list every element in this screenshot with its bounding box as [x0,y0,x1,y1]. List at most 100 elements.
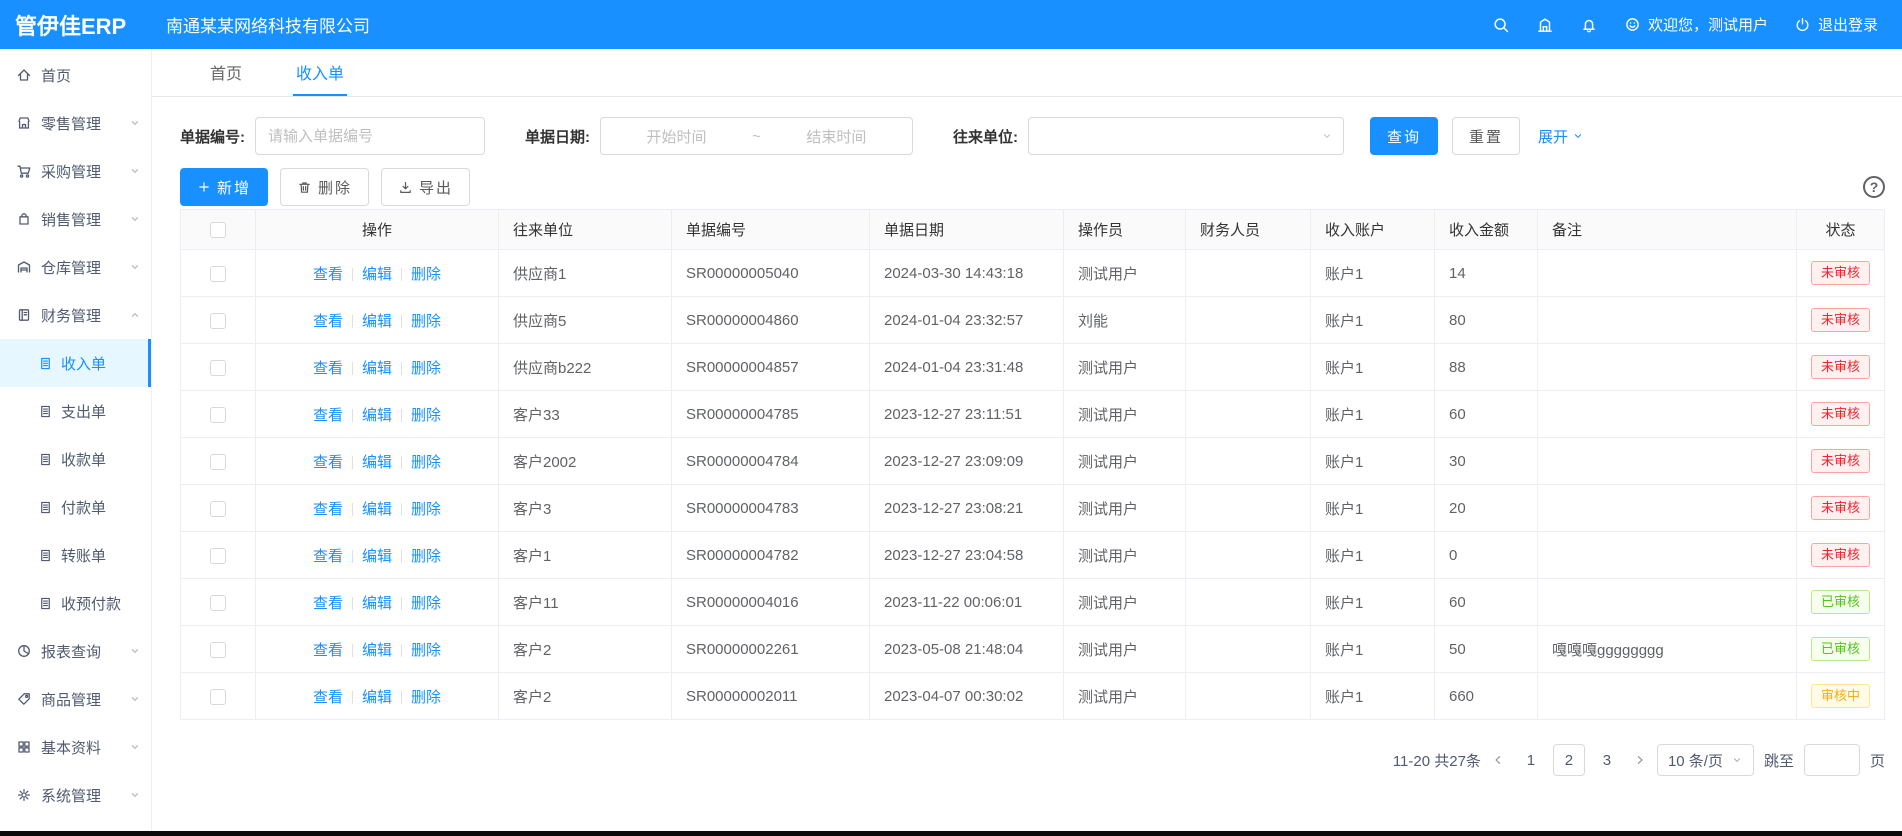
row-checkbox[interactable] [210,407,226,423]
page-size-select[interactable]: 10 条/页 [1657,744,1754,776]
filter-partner: 往来单位: [953,117,1344,155]
sidebar-item-purchase[interactable]: 采购管理 [0,147,151,195]
sidebar-item-label: 首页 [41,65,71,86]
sidebar-subitem-transfer[interactable]: 转账单 [0,531,151,579]
row-action-delete[interactable]: 删除 [411,501,441,518]
row-action-edit[interactable]: 编辑 [362,548,392,565]
row-action-delete[interactable]: 删除 [411,360,441,377]
sidebar-subitem-payment[interactable]: 付款单 [0,483,151,531]
delete-button[interactable]: 删除 [280,168,369,206]
cell-account: 账户1 [1311,485,1435,532]
sidebar-item-report[interactable]: 报表查询 [0,627,151,675]
row-action-view[interactable]: 查看 [313,454,343,471]
sidebar-subitem-label: 支出单 [61,401,106,422]
row-action-edit[interactable]: 编辑 [362,689,392,706]
home-shortcut-icon[interactable] [1536,16,1554,34]
next-page-icon[interactable] [1633,753,1647,767]
main-area: 首页收入单 单据编号: 单据日期: 开始时间 ~ 结束时间 往来单位: [152,49,1902,836]
row-select-cell [181,297,256,344]
column-header-3: 单据日期 [870,210,1064,250]
row-checkbox[interactable] [210,454,226,470]
row-actions-cell: 查看 编辑 删除 [256,391,499,438]
export-button[interactable]: 导出 [381,168,470,206]
sidebar-item-finance[interactable]: 财务管理 [0,291,151,339]
row-checkbox[interactable] [210,313,226,329]
date-range-picker[interactable]: 开始时间 ~ 结束时间 [600,117,913,155]
row-action-view[interactable]: 查看 [313,595,343,612]
expand-filters-link[interactable]: 展开 [1538,126,1584,147]
row-checkbox[interactable] [210,689,226,705]
sidebar-item-basedata[interactable]: 基本资料 [0,723,151,771]
row-action-delete[interactable]: 删除 [411,266,441,283]
row-action-delete[interactable]: 删除 [411,642,441,659]
sidebar-subitem-expense[interactable]: 支出单 [0,387,151,435]
tab-label: 首页 [210,60,242,84]
cell-finance [1186,485,1311,532]
cell-remark [1538,391,1797,438]
sidebar-subitem-label: 付款单 [61,497,106,518]
cell-partner: 客户2 [499,626,672,673]
row-action-edit[interactable]: 编辑 [362,266,392,283]
sidebar-subitem-receipt[interactable]: 收款单 [0,435,151,483]
row-action-edit[interactable]: 编辑 [362,642,392,659]
sidebar-item-system[interactable]: 系统管理 [0,771,151,819]
row-action-edit[interactable]: 编辑 [362,595,392,612]
row-action-view[interactable]: 查看 [313,548,343,565]
action-divider [401,456,402,469]
row-checkbox[interactable] [210,548,226,564]
row-action-view[interactable]: 查看 [313,689,343,706]
action-divider [401,691,402,704]
row-checkbox[interactable] [210,642,226,658]
chevron-down-icon [129,645,141,657]
bill-no-input[interactable] [255,117,485,155]
date-start-placeholder: 开始时间 [647,126,707,147]
chevron-down-icon [129,741,141,753]
jump-to-page-input[interactable] [1804,744,1860,776]
topbar-actions: 欢迎您，测试用户 退出登录 [1492,14,1902,35]
page-number-3[interactable]: 3 [1591,744,1623,776]
search-button[interactable]: 查询 [1370,117,1438,155]
row-action-view[interactable]: 查看 [313,501,343,518]
sidebar-item-goods[interactable]: 商品管理 [0,675,151,723]
select-all-checkbox[interactable] [210,222,226,238]
sidebar-item-sales[interactable]: 销售管理 [0,195,151,243]
row-checkbox[interactable] [210,360,226,376]
sidebar-item-retail[interactable]: 零售管理 [0,99,151,147]
row-action-view[interactable]: 查看 [313,407,343,424]
row-action-edit[interactable]: 编辑 [362,454,392,471]
row-action-edit[interactable]: 编辑 [362,313,392,330]
partner-select[interactable] [1028,117,1344,155]
row-action-delete[interactable]: 删除 [411,313,441,330]
sidebar-item-home[interactable]: 首页 [0,51,151,99]
row-checkbox[interactable] [210,501,226,517]
row-action-view[interactable]: 查看 [313,266,343,283]
row-action-view[interactable]: 查看 [313,313,343,330]
page-number-1[interactable]: 1 [1515,744,1547,776]
row-checkbox[interactable] [210,266,226,282]
help-icon[interactable]: ? [1863,176,1885,198]
row-action-view[interactable]: 查看 [313,642,343,659]
tab-income[interactable]: 收入单 [293,49,347,96]
reset-button[interactable]: 重置 [1452,117,1520,155]
welcome-user[interactable]: 欢迎您，测试用户 [1624,14,1768,35]
row-checkbox[interactable] [210,595,226,611]
sidebar-subitem-income[interactable]: 收入单 [0,339,151,387]
search-icon[interactable] [1492,16,1510,34]
row-action-delete[interactable]: 删除 [411,548,441,565]
prev-page-icon[interactable] [1491,753,1505,767]
sidebar-subitem-advance[interactable]: 收预付款 [0,579,151,627]
logout-button[interactable]: 退出登录 [1794,14,1878,35]
page-number-2[interactable]: 2 [1553,744,1585,776]
row-action-edit[interactable]: 编辑 [362,407,392,424]
row-action-view[interactable]: 查看 [313,360,343,377]
add-button[interactable]: 新增 [180,168,268,206]
row-action-edit[interactable]: 编辑 [362,501,392,518]
row-action-delete[interactable]: 删除 [411,454,441,471]
row-action-delete[interactable]: 删除 [411,689,441,706]
notification-bell-icon[interactable] [1580,16,1598,34]
row-action-delete[interactable]: 删除 [411,407,441,424]
sidebar-item-warehouse[interactable]: 仓库管理 [0,243,151,291]
tab-home[interactable]: 首页 [207,49,245,96]
row-action-delete[interactable]: 删除 [411,595,441,612]
row-action-edit[interactable]: 编辑 [362,360,392,377]
